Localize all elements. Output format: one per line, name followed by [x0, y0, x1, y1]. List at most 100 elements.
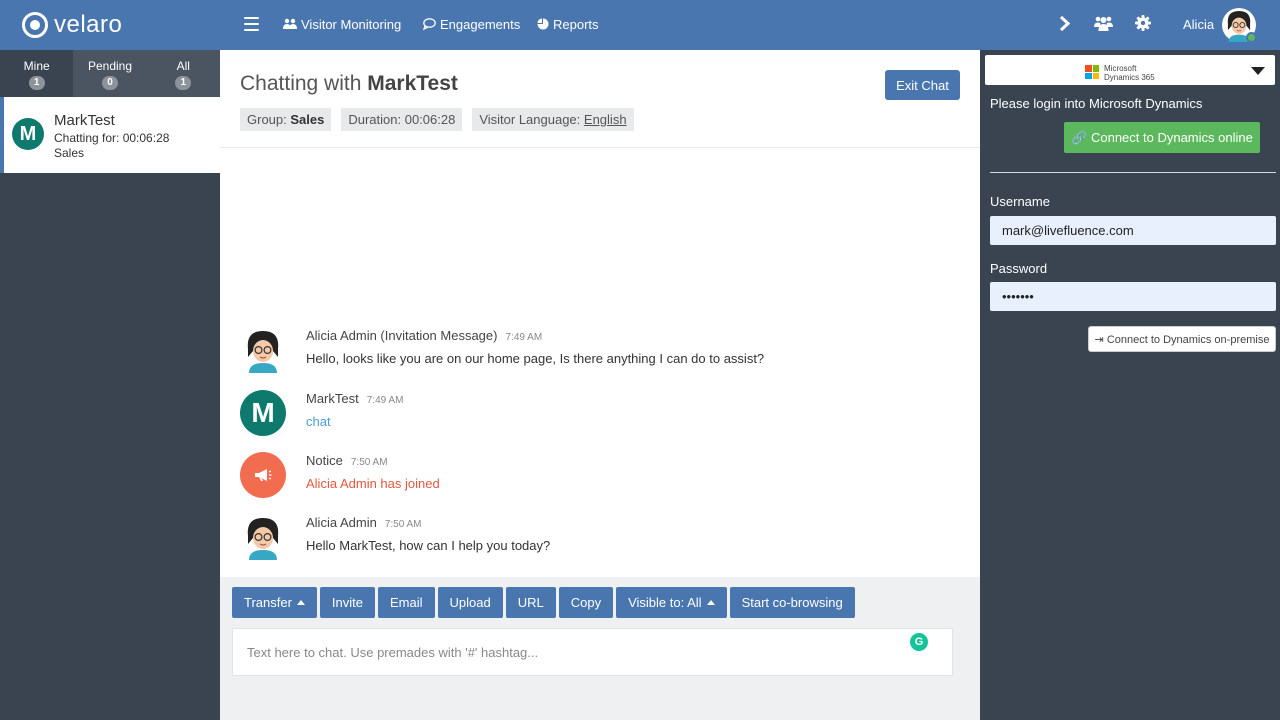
message-text: Hello, looks like you are on our home pa…	[306, 351, 765, 366]
divider	[220, 147, 980, 148]
chevron-right-icon[interactable]	[1059, 15, 1071, 35]
button-label: Visible to: All	[628, 595, 702, 610]
sign-in-icon: ⇥	[1094, 333, 1104, 346]
message-time: 7:50 AM	[350, 457, 388, 468]
tab-count-badge: 1	[175, 76, 192, 90]
chat-input[interactable]	[232, 628, 953, 676]
microsoft-logo-icon	[1085, 65, 1099, 79]
brand-name: velaro	[54, 11, 123, 38]
chat-composer: Transfer Invite Email Upload URL Copy Vi…	[220, 577, 980, 720]
gear-icon[interactable]	[1135, 15, 1151, 34]
online-status-dot	[1246, 32, 1257, 43]
group-value: Sales	[290, 112, 325, 127]
message-header: Notice 7:50 AM	[306, 453, 388, 468]
nav-label: Visitor Monitoring	[301, 17, 402, 32]
message-header: Alicia Admin 7:50 AM	[306, 515, 422, 530]
visitor-avatar: M	[12, 118, 44, 150]
megaphone-icon	[240, 452, 286, 498]
chat-list-tabs: Mine 1 Pending 0 All 1	[0, 50, 220, 97]
tab-label: Mine	[23, 59, 50, 73]
team-icon[interactable]	[1094, 15, 1113, 34]
crm-select-dropdown[interactable]: Microsoft Dynamics 365	[985, 55, 1275, 85]
chat-meta: Group: Sales Duration: 00:06:28 Visitor …	[240, 108, 634, 131]
language-tag: Visitor Language: English	[472, 108, 634, 131]
visitor-avatar: M	[240, 390, 286, 436]
nav-label: Reports	[553, 17, 599, 32]
message-sender: Notice	[306, 453, 343, 468]
menu-icon[interactable]	[244, 17, 259, 31]
chat-duration: Chatting for: 00:06:28	[54, 131, 170, 145]
message-text: Alicia Admin has joined	[306, 476, 440, 491]
language-link[interactable]: English	[584, 112, 627, 127]
tab-count-badge: 0	[101, 76, 118, 90]
caret-up-icon	[296, 600, 305, 605]
user-avatar[interactable]	[1222, 8, 1257, 43]
agent-avatar	[240, 514, 286, 560]
tab-mine[interactable]: Mine 1	[0, 50, 74, 97]
link-icon: 🔗	[1071, 129, 1088, 145]
tab-label: All	[176, 59, 190, 73]
button-label: Transfer	[244, 595, 292, 610]
nav-label: Engagements	[440, 17, 521, 32]
crm-product-name: Microsoft Dynamics 365	[1104, 64, 1155, 82]
tab-all[interactable]: All 1	[146, 50, 220, 97]
crm-product-line1: Microsoft	[1104, 64, 1137, 73]
message-time: 7:49 AM	[366, 395, 404, 406]
message-time: 7:49 AM	[505, 332, 543, 343]
visible-to-button[interactable]: Visible to: All	[616, 587, 727, 618]
username-label: Username	[990, 194, 1050, 209]
nav-engagements[interactable]: Engagements	[422, 17, 521, 32]
upload-button[interactable]: Upload	[437, 587, 503, 618]
start-cobrowsing-button[interactable]: Start co-browsing	[729, 587, 855, 618]
users-icon	[283, 18, 297, 32]
visitor-name: MarkTest	[54, 112, 115, 129]
copy-button[interactable]: Copy	[558, 587, 614, 618]
connect-dynamics-online-button[interactable]: 🔗 Connect to Dynamics online	[1064, 122, 1260, 153]
password-label: Password	[990, 261, 1048, 276]
connect-dynamics-premise-button[interactable]: ⇥ Connect to Dynamics on-premise	[1088, 326, 1276, 352]
email-button[interactable]: Email	[378, 587, 435, 618]
grammarly-icon[interactable]: G	[910, 633, 928, 651]
nav-visitor-monitoring[interactable]: Visitor Monitoring	[283, 17, 401, 32]
password-field[interactable]	[990, 282, 1276, 311]
tab-label: Pending	[87, 59, 133, 73]
message-sender: MarkTest	[306, 391, 359, 406]
chat-group: Sales	[54, 146, 85, 160]
button-label: Connect to Dynamics on-premise	[1106, 333, 1270, 346]
transfer-button[interactable]: Transfer	[232, 587, 317, 618]
duration-tag: Duration: 00:06:28	[341, 108, 463, 131]
title-prefix: Chatting with	[240, 72, 362, 95]
caret-down-icon	[1251, 67, 1265, 75]
top-bar: velaro Visitor Monitoring Engagements Re…	[0, 0, 1280, 50]
crm-panel: Microsoft Dynamics 365 Please login into…	[980, 50, 1280, 720]
chat-area: Chatting with MarkTest Exit Chat Group: …	[220, 50, 980, 720]
agent-avatar	[240, 327, 286, 373]
message-sender: Alicia Admin (Invitation Message)	[306, 328, 498, 343]
message-text: Hello MarkTest, how can I help you today…	[306, 538, 551, 553]
login-prompt: Please login into Microsoft Dynamics	[990, 96, 1203, 111]
exit-chat-button[interactable]: Exit Chat	[885, 70, 960, 100]
velaro-logo-icon	[22, 12, 48, 38]
divider	[990, 172, 1276, 173]
group-label: Group:	[247, 112, 287, 127]
message-header: MarkTest 7:49 AM	[306, 391, 403, 406]
button-label: Connect to Dynamics online	[1090, 129, 1253, 145]
user-name[interactable]: Alicia	[1183, 17, 1214, 32]
chat-action-toolbar: Transfer Invite Email Upload URL Copy Vi…	[232, 587, 855, 618]
chat-list-item[interactable]: M MarkTest Chatting for: 00:06:28 Sales	[0, 97, 220, 173]
crm-product-line2: Dynamics 365	[1104, 73, 1155, 82]
group-tag: Group: Sales	[240, 108, 332, 131]
url-button[interactable]: URL	[505, 587, 556, 618]
message-header: Alicia Admin (Invitation Message) 7:49 AM	[306, 328, 542, 343]
tab-count-badge: 1	[28, 76, 45, 90]
chat-list-panel: Mine 1 Pending 0 All 1 M MarkTest Chatti…	[0, 50, 220, 720]
velaro-logo[interactable]: velaro	[22, 10, 122, 40]
message-time: 7:50 AM	[384, 519, 422, 530]
chat-item-details: Chatting for: 00:06:28 Sales	[54, 131, 169, 161]
username-field[interactable]	[990, 216, 1276, 245]
nav-reports[interactable]: Reports	[537, 17, 599, 32]
pie-chart-icon	[537, 18, 549, 32]
invite-button[interactable]: Invite	[319, 587, 375, 618]
title-visitor: MarkTest	[367, 72, 458, 95]
tab-pending[interactable]: Pending 0	[73, 50, 147, 97]
